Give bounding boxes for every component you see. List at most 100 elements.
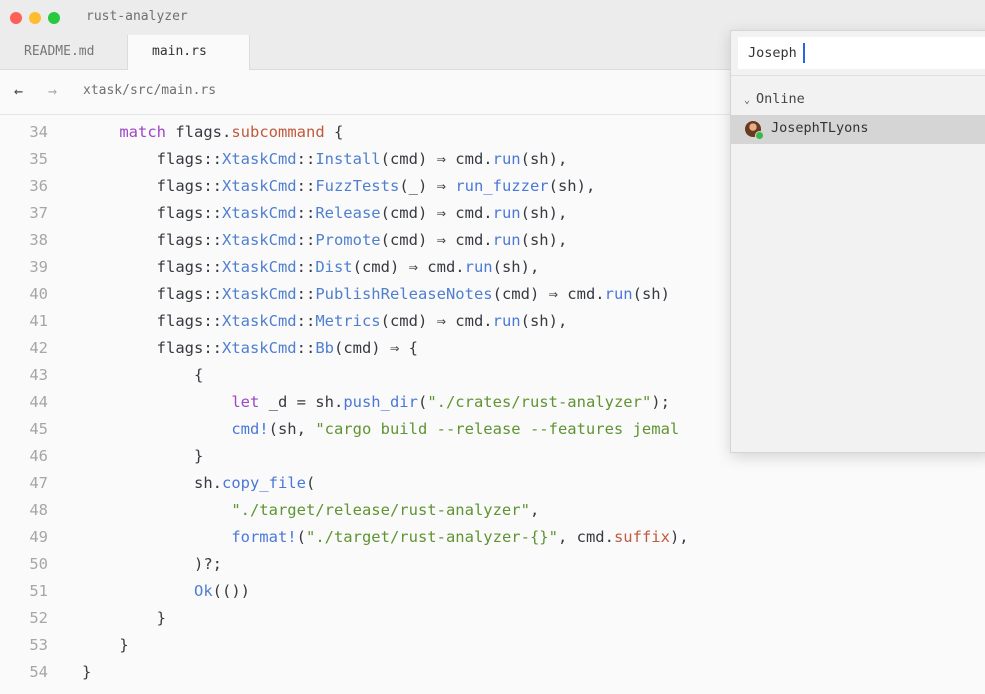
code-token: push_dir (343, 393, 418, 411)
minimize-window-button[interactable] (29, 12, 41, 24)
line-number: 49 (29, 528, 48, 546)
line-number: 43 (29, 366, 48, 384)
code-token: cmd! (231, 420, 269, 438)
code-token: (sh) (632, 285, 670, 303)
tab-main-rs[interactable]: main.rs (128, 35, 250, 70)
code-text: flags::XtaskCmd::Promote(cmd) ⇒ cmd.run(… (82, 227, 568, 254)
code-token: { (82, 366, 204, 384)
code-token: run (492, 150, 521, 168)
code-token: ( (417, 393, 428, 411)
zoom-window-button[interactable] (48, 12, 60, 24)
code-token: (cmd) ⇒ cmd. (380, 231, 493, 249)
online-section-header[interactable]: ⌄ Online (744, 91, 805, 107)
code-text: format!("./target/rust-analyzer-{}", cmd… (82, 524, 689, 551)
line-number: 35 (29, 150, 48, 168)
code-line: 50 )?; (0, 551, 985, 578)
code-text: match flags.subcommand { (82, 119, 343, 146)
breadcrumb[interactable]: xtask/src/main.rs (83, 83, 216, 98)
code-token: ( (305, 474, 316, 492)
code-line: 48 "./target/release/rust-analyzer", (0, 497, 985, 524)
line-number: 36 (29, 177, 48, 195)
code-token: flags:: (82, 258, 222, 276)
code-text: { (82, 362, 203, 389)
code-text: flags::XtaskCmd::Release(cmd) ⇒ cmd.run(… (82, 200, 568, 227)
code-text: flags::XtaskCmd::PublishReleaseNotes(cmd… (82, 281, 670, 308)
online-status-icon (755, 131, 764, 140)
code-token: "./target/rust-analyzer-{}" (305, 528, 558, 546)
code-token: Release (315, 204, 381, 222)
code-token: { (324, 123, 344, 141)
code-token: (()) (212, 582, 250, 600)
code-token: flags:: (82, 285, 222, 303)
code-token: XtaskCmd (221, 312, 297, 330)
code-token: :: (296, 312, 316, 330)
code-token: Dist (315, 258, 353, 276)
code-token: Install (315, 150, 381, 168)
code-token: , cmd. (557, 528, 614, 546)
code-token: "./crates/rust-analyzer" (427, 393, 652, 411)
code-token: run (604, 285, 633, 303)
code-token: (cmd) ⇒ cmd. (380, 312, 493, 330)
code-text: "./target/release/rust-analyzer", (82, 497, 539, 524)
close-window-button[interactable] (10, 12, 22, 24)
code-token: } (82, 663, 92, 681)
code-token: sh. (82, 474, 222, 492)
code-token: run (492, 312, 521, 330)
editor-window: rust-analyzer README.md main.rs ← → xtas… (0, 0, 985, 694)
code-text: } (82, 605, 166, 632)
code-token: run (464, 258, 493, 276)
code-line: 54} (0, 659, 985, 686)
code-token: "./target/release/rust-analyzer" (231, 501, 530, 519)
code-token: flags. (166, 123, 232, 141)
contact-row[interactable]: JosephTLyons (731, 115, 985, 144)
code-token: :: (296, 339, 316, 357)
code-text: flags::XtaskCmd::Bb(cmd) ⇒ { (82, 335, 418, 362)
code-token: match (119, 123, 166, 141)
code-token: Metrics (315, 312, 381, 330)
code-text: } (82, 659, 91, 686)
code-line: 53 } (0, 632, 985, 659)
code-token: )?; (82, 555, 222, 573)
line-number: 47 (29, 474, 48, 492)
line-number: 54 (29, 663, 48, 681)
code-token: } (82, 636, 129, 654)
app-title: rust-analyzer (86, 9, 188, 24)
code-token: ( (296, 528, 306, 546)
line-number: 51 (29, 582, 48, 600)
code-text: sh.copy_file( (82, 470, 315, 497)
code-token: } (82, 447, 204, 465)
contact-search-input[interactable] (738, 37, 985, 69)
code-token: copy_file (221, 474, 306, 492)
section-label: Online (756, 91, 805, 107)
code-token: XtaskCmd (221, 258, 297, 276)
divider (731, 75, 985, 76)
code-token: ), (669, 528, 689, 546)
tab-readme[interactable]: README.md (0, 35, 128, 69)
code-token: (cmd) ⇒ cmd. (380, 204, 493, 222)
code-token: (sh), (520, 312, 568, 330)
code-token: XtaskCmd (221, 285, 297, 303)
code-line: 52 } (0, 605, 985, 632)
code-text: )?; (82, 551, 222, 578)
forward-arrow-icon[interactable]: → (48, 82, 57, 100)
code-line: 47 sh.copy_file( (0, 470, 985, 497)
code-token: format! (231, 528, 297, 546)
line-number: 39 (29, 258, 48, 276)
code-token: (sh), (520, 231, 568, 249)
code-token: flags:: (82, 177, 222, 195)
line-number: 53 (29, 636, 48, 654)
line-number: 50 (29, 555, 48, 573)
code-token: run (492, 204, 521, 222)
line-number: 45 (29, 420, 48, 438)
code-text: } (82, 632, 129, 659)
code-token: XtaskCmd (221, 204, 297, 222)
code-text: flags::XtaskCmd::Dist(cmd) ⇒ cmd.run(sh)… (82, 254, 540, 281)
line-number: 40 (29, 285, 48, 303)
back-arrow-icon[interactable]: ← (14, 82, 23, 100)
code-token: subcommand (231, 123, 325, 141)
code-token: ); (651, 393, 670, 411)
